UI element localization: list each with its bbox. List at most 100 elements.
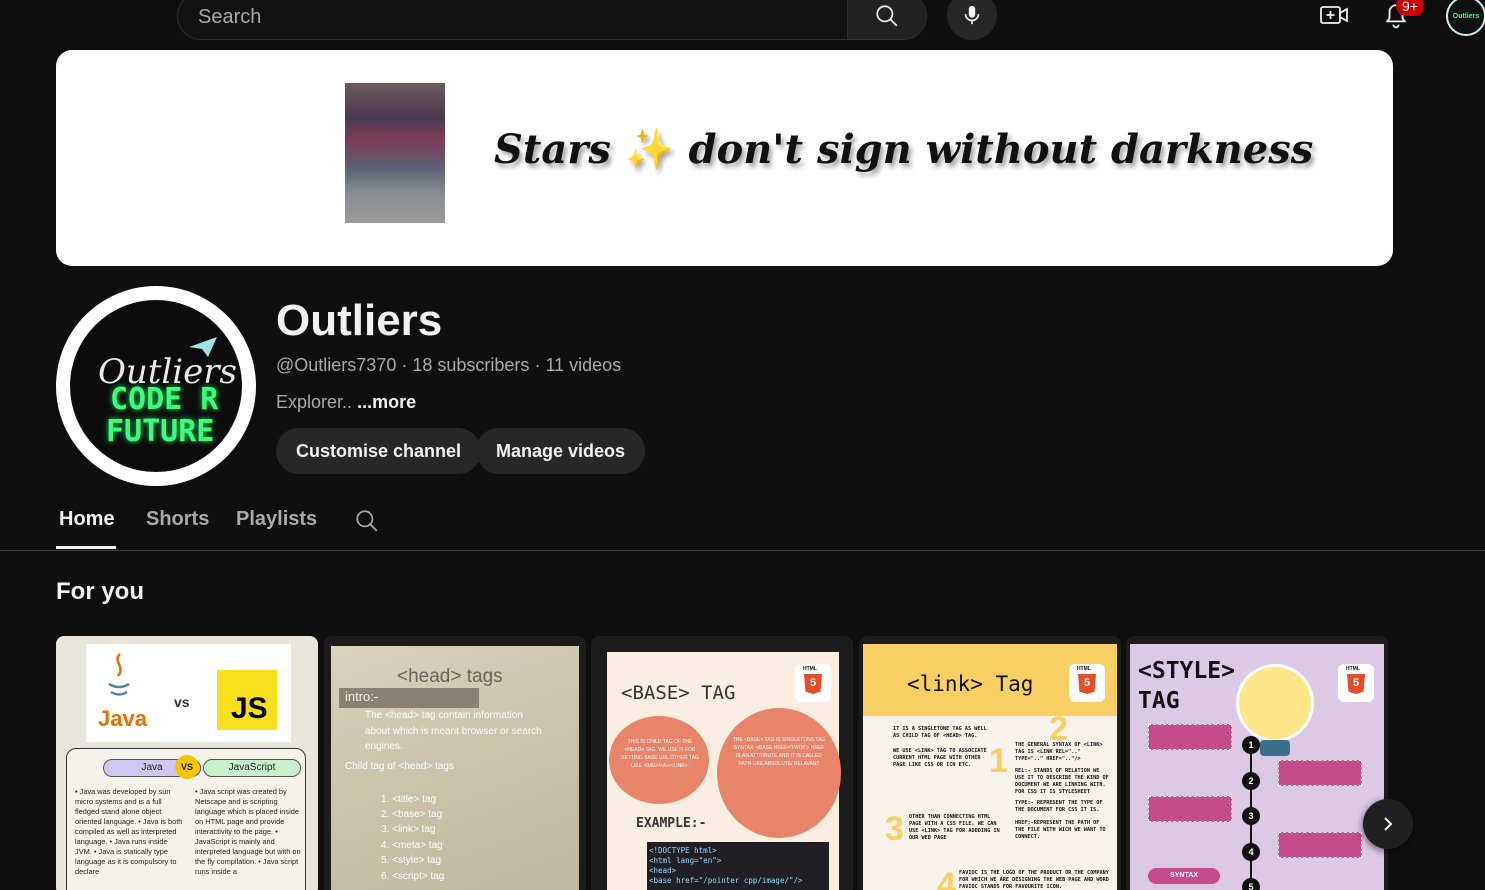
info-bubble-left: THIS IS CHILD TAG OF THE <HEAD> TAG. WE …: [609, 716, 709, 804]
timeline-step: 2: [1242, 772, 1260, 790]
comparison-panel: Java VS JavaScript • Java was developed …: [66, 748, 306, 890]
intro-heading: intro:-: [345, 689, 379, 704]
description-text: Explorer..: [276, 392, 353, 412]
html5-icon: 5: [1347, 674, 1365, 694]
html5-label: HTML: [803, 666, 817, 672]
timeline-step: 5: [1242, 878, 1260, 890]
java-js-logos: Java vs JS: [86, 644, 291, 742]
channel-meta: @Outliers7370 · 18 subscribers · 11 vide…: [276, 355, 621, 376]
tag-item: 2. <base> tag: [381, 809, 443, 820]
short-card-base-tag[interactable]: <BASE> TAG HTML 5 THIS IS CHILD TAG OF T…: [591, 636, 853, 890]
tag-item: 1. <title> tag: [381, 794, 437, 805]
avatar-text-future: FUTURE: [106, 414, 215, 449]
chevron-right-icon: [1384, 817, 1393, 831]
meta-separator: ·: [534, 355, 546, 375]
vs-badge: VS: [175, 755, 199, 779]
title-line: TAG: [1138, 688, 1180, 714]
search-input[interactable]: Search: [177, 0, 847, 40]
timeline-step: 4: [1242, 843, 1260, 861]
meta-separator: ·: [401, 355, 413, 375]
info-box: [1278, 832, 1362, 858]
step-number: 3: [885, 810, 904, 848]
tab-shorts[interactable]: Shorts: [146, 508, 209, 531]
channel-avatar[interactable]: Outliers CODE R FUTURE: [56, 286, 256, 486]
code-snippet: <!DOCTYPE html> <html lang="en"> <head> …: [647, 842, 829, 890]
html5-logo: HTML 5: [795, 664, 831, 702]
channel-description[interactable]: Explorer.. ...more: [276, 392, 416, 413]
step-number: 1: [989, 742, 1008, 780]
javascript-pill: JavaScript: [203, 759, 301, 777]
point-text: OTHER THAN CONNECTING HTML PAGE WITH A C…: [909, 814, 1000, 841]
bubble-text: THIS IS CHILD TAG OF THE <HEAD> TAG. WE …: [621, 739, 699, 769]
create-video-icon: [1320, 6, 1348, 24]
create-button[interactable]: [1318, 0, 1350, 30]
quote-part2: don't sign without darkness: [688, 126, 1314, 173]
tab-home[interactable]: Home: [59, 508, 115, 531]
card-title: <STYLE> TAG: [1138, 656, 1235, 716]
next-arrow-button[interactable]: [1363, 799, 1413, 849]
html5-icon: 5: [1078, 674, 1096, 694]
point-text: REL:- STANDS OF RELATION WE USE IT TO DE…: [1015, 768, 1109, 795]
search-icon: [876, 5, 898, 27]
customise-channel-button[interactable]: Customise channel: [276, 428, 482, 474]
lightbulb-base: [1260, 740, 1290, 756]
html5-label: HTML: [1346, 666, 1360, 672]
java-points: • Java was developed by sun micro system…: [75, 787, 183, 876]
point-text: IT IS A SINGLETONE TAG AS WELL AS CHILD …: [893, 726, 987, 739]
channel-name: Outliers: [276, 296, 443, 345]
title-line: <STYLE>: [1138, 658, 1235, 684]
child-tags-label: Child tag of <head> tags: [345, 761, 454, 772]
subscriber-count: 18 subscribers: [412, 355, 530, 375]
info-box: [1278, 760, 1362, 786]
code-line: <html lang="en">: [649, 856, 722, 865]
short-card-java-vs-js[interactable]: Java vs JS Java VS JavaScript • Java was…: [56, 636, 318, 890]
channel-handle[interactable]: @Outliers7370: [276, 355, 396, 375]
tag-item: 5. <style> tag: [381, 855, 442, 866]
card-background: <BASE> TAG HTML 5 THIS IS CHILD TAG OF T…: [607, 652, 841, 890]
tab-playlists[interactable]: Playlists: [236, 508, 317, 531]
point-text: WE USE <LINK> TAG TO ASSOCIATE CURRENT H…: [893, 748, 987, 768]
quote-part1: Stars: [494, 126, 611, 173]
card-title: <BASE> TAG: [621, 682, 736, 704]
banner-photo: [345, 83, 445, 223]
channel-search-button[interactable]: [354, 508, 380, 539]
mic-icon: [964, 5, 980, 25]
channel-avatar-image: Outliers CODE R FUTURE: [70, 300, 242, 472]
point-text: FAVIOC IS THE LOGO OF THE PRODUCT OR THE…: [959, 870, 1109, 890]
tag-item: 6. <script> tag: [381, 871, 445, 882]
search-icon: [356, 510, 378, 532]
paper-background: <head> tags intro:- The <head> tag conta…: [331, 646, 579, 890]
html5-icon: 5: [804, 674, 822, 694]
info-box: [1148, 724, 1232, 750]
card-title: <head> tags: [397, 666, 503, 687]
banner-quote: Stars ✨ don't sign without darkness: [494, 126, 1313, 173]
search-bar: Search: [177, 0, 927, 40]
short-card-style-tag[interactable]: <STYLE> TAG HTML 5 1 2 3 4 5 SYNTAX: [1126, 636, 1388, 890]
voice-search-button[interactable]: [947, 0, 997, 40]
html5-label: HTML: [1077, 666, 1091, 672]
section-title: For you: [56, 578, 144, 605]
point-text: HREF:-REPRESENT THE PATH OF THE FILE WIT…: [1015, 820, 1106, 840]
active-tab-indicator: [56, 546, 116, 549]
account-avatar[interactable]: Outliers: [1446, 0, 1485, 36]
notification-count-badge: 9+: [1396, 0, 1424, 16]
lightbulb-icon: [1236, 664, 1314, 742]
tag-item: 3. <link> tag: [381, 824, 436, 835]
js-logo: JS: [217, 670, 277, 730]
step-number: 4: [937, 866, 956, 890]
search-button[interactable]: [847, 0, 927, 40]
timeline-step: 3: [1242, 807, 1260, 825]
vs-label: vs: [174, 694, 190, 710]
syntax-label: SYNTAX: [1148, 868, 1220, 884]
video-count: 11 videos: [545, 355, 622, 375]
point-text: TYPE:- REPRESENT THE TYPE OF THE DOCUMEN…: [1015, 800, 1103, 813]
html5-logo: HTML 5: [1069, 664, 1105, 702]
short-card-head-tags[interactable]: <head> tags intro:- The <head> tag conta…: [324, 636, 586, 890]
more-link[interactable]: ...more: [357, 392, 416, 412]
tag-item: 4. <meta> tag: [381, 840, 443, 851]
short-card-link-tag[interactable]: <link> Tag HTML 5 2 IT IS A SINGLETONE T…: [859, 636, 1121, 890]
manage-videos-button[interactable]: Manage videos: [476, 428, 646, 474]
channel-banner: Stars ✨ don't sign without darkness: [56, 50, 1393, 266]
code-line: <!DOCTYPE html>: [649, 846, 717, 855]
avatar-image: Outliers: [1452, 12, 1480, 20]
